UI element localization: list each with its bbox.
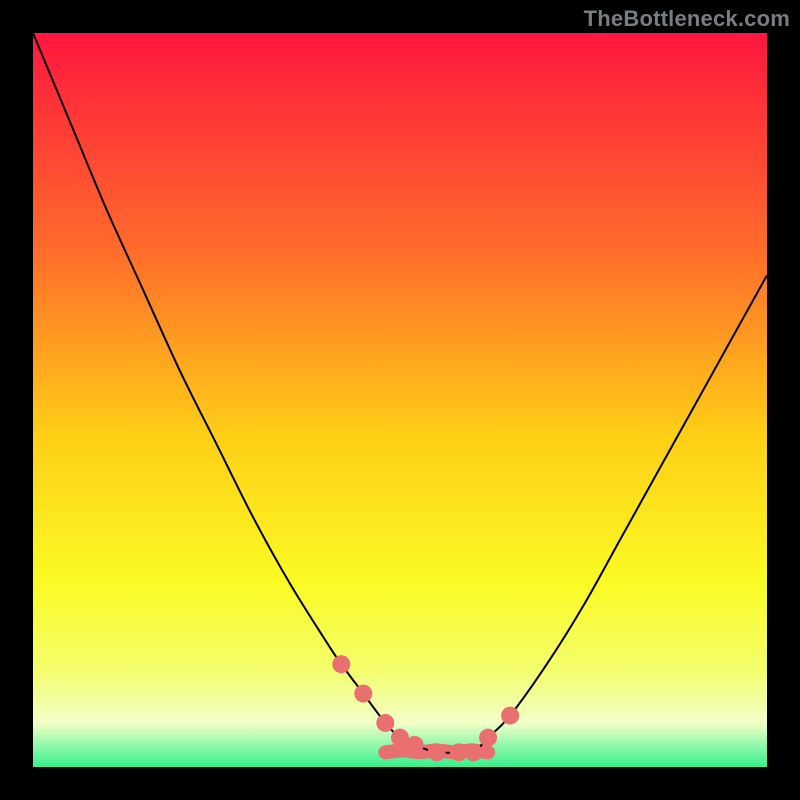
plot-area	[33, 33, 767, 767]
chart-svg	[33, 33, 767, 767]
curve-marker	[428, 743, 446, 761]
watermark-text: TheBottleneck.com	[584, 6, 790, 32]
curve-marker	[332, 655, 350, 673]
chart-frame: TheBottleneck.com	[0, 0, 800, 800]
curve-marker	[464, 743, 482, 761]
curve-marker	[354, 685, 372, 703]
gradient-background	[33, 33, 767, 767]
curve-marker	[501, 707, 519, 725]
curve-marker	[406, 736, 424, 754]
curve-marker	[479, 729, 497, 747]
curve-marker	[376, 714, 394, 732]
